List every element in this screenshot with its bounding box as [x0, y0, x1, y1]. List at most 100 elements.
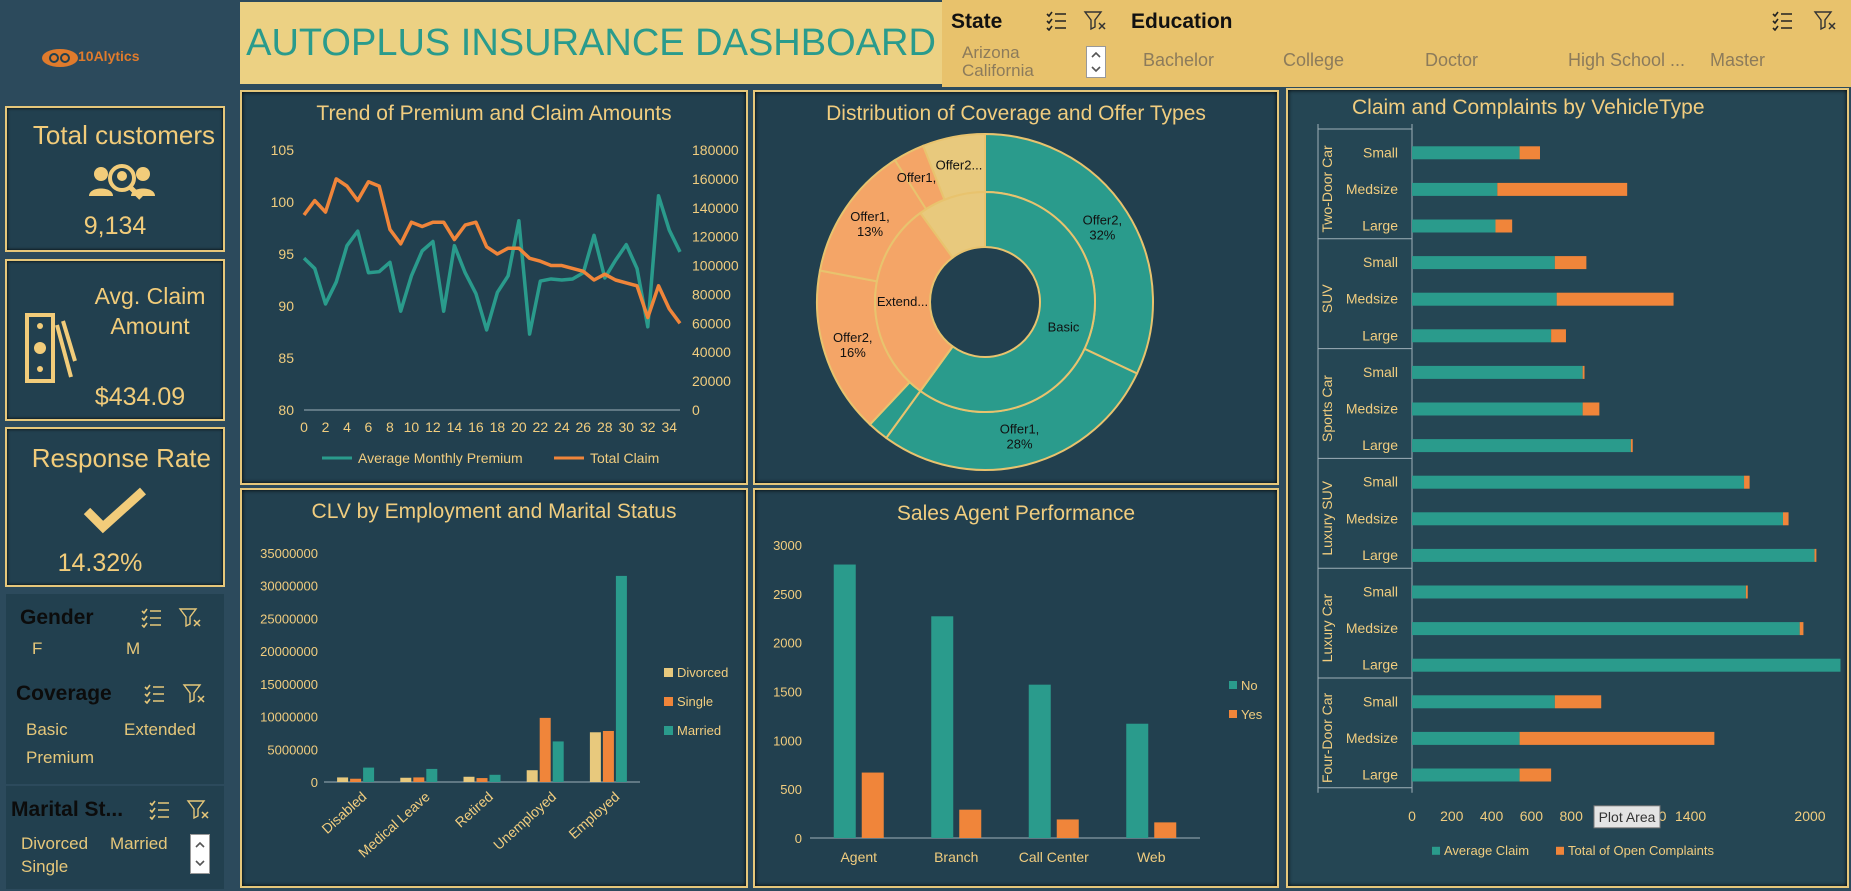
bar-open-complaints [1783, 512, 1789, 526]
education-item-master[interactable]: Master [1710, 50, 1765, 71]
state-scroll[interactable] [1086, 46, 1106, 78]
row-label: Small [1363, 474, 1398, 490]
outer-ring-label: Offer2... [936, 157, 983, 172]
coverage-item-premium[interactable]: Premium [26, 748, 94, 768]
kpi-label: Response Rate [31, 443, 211, 473]
clear-filter-icon[interactable] [182, 682, 206, 704]
kpi-total-customers: Total customers 9,134 [5, 106, 225, 252]
marital-item-divorced[interactable]: Divorced [21, 834, 88, 854]
group-label: Sports Car [1319, 375, 1335, 442]
education-item-college[interactable]: College [1283, 50, 1344, 71]
x-tick-label: 28 [597, 419, 613, 435]
multi-select-icon[interactable] [147, 798, 171, 820]
bar-average-claim [1412, 219, 1496, 233]
education-item-bachelor[interactable]: Bachelor [1143, 50, 1214, 71]
y-tick-label: 0 [795, 831, 802, 846]
x-tick-label: 600 [1520, 808, 1544, 824]
x-tick-label: 6 [365, 419, 373, 435]
x-tick-label: 20 [511, 419, 527, 435]
x-tick-label: Web [1137, 849, 1166, 865]
row-label: Medsize [1346, 620, 1398, 636]
y-tick-label: 3000 [773, 538, 802, 553]
bar-average-claim [1412, 402, 1583, 416]
bar-open-complaints [1519, 768, 1552, 782]
x-tick-label: 400 [1480, 808, 1504, 824]
clear-filter-icon[interactable] [186, 798, 210, 820]
bar-open-complaints [1744, 475, 1750, 489]
tooltip-text: Plot Area [1599, 809, 1656, 825]
bar-yes [1154, 822, 1177, 838]
kpi-label: Total customers [32, 120, 215, 150]
education-slicer-title: Education [1131, 10, 1233, 33]
bar-open-complaints [1582, 402, 1600, 416]
group-label: Four-Door Car [1319, 692, 1335, 783]
bar-average-claim [1412, 365, 1583, 379]
bar-divorced [589, 732, 601, 782]
state-item-arizona[interactable]: Arizona [962, 43, 1020, 63]
row-label: Medsize [1346, 181, 1398, 197]
x-tick-label: 16 [468, 419, 484, 435]
y-tick-label: 5000000 [267, 742, 318, 757]
y-tick-label: 25000000 [260, 611, 318, 626]
clear-filter-icon[interactable] [1813, 9, 1837, 31]
legend-label: Total Claim [590, 450, 659, 466]
y-right-tick-label: 160000 [692, 171, 739, 187]
gender-item-m[interactable]: M [126, 639, 140, 659]
gender-slicer: Gender F M [6, 594, 224, 674]
bar-married [615, 575, 627, 782]
clear-filter-icon[interactable] [178, 606, 202, 628]
x-tick-label: 24 [554, 419, 570, 435]
bar-divorced [463, 776, 475, 782]
education-item-doctor[interactable]: Doctor [1425, 50, 1478, 71]
state-slicer-title: State [951, 10, 1003, 33]
bar-married [426, 768, 438, 782]
kpi-value: $434.09 [94, 383, 186, 411]
y-tick-label: 0 [311, 775, 318, 790]
multi-select-icon[interactable] [1044, 9, 1068, 31]
x-tick-label: 2000 [1794, 808, 1825, 824]
y-tick-label: 20000000 [260, 644, 318, 659]
state-item-california[interactable]: California [962, 61, 1034, 81]
x-tick-label: Branch [934, 849, 978, 865]
page-title: AUTOPLUS INSURANCE DASHBOARD [246, 22, 936, 64]
x-tick-label: Agent [840, 849, 877, 865]
bar-no [1126, 723, 1149, 838]
logo: 10Alytics [30, 40, 200, 80]
bar-average-claim [1412, 512, 1783, 526]
y-tick-label: 10000000 [260, 710, 318, 725]
scroll-arrows-icon [1091, 51, 1101, 73]
marital-scroll[interactable] [190, 834, 210, 874]
row-label: Large [1362, 767, 1398, 783]
clear-filter-icon[interactable] [1083, 9, 1107, 31]
coverage-item-basic[interactable]: Basic [26, 720, 68, 740]
cash-icon [25, 313, 77, 383]
legend-swatch [1556, 846, 1564, 855]
trend-line-chart: 8085909510010502000040000600008000010000… [271, 142, 739, 466]
multi-select-icon[interactable] [1770, 9, 1794, 31]
education-item-high-school[interactable]: High School ... [1568, 50, 1685, 71]
bar-open-complaints [1556, 292, 1674, 306]
x-tick-label: 18 [490, 419, 506, 435]
check-icon [83, 487, 147, 534]
customers-icon [89, 164, 155, 200]
gender-item-f[interactable]: F [32, 639, 42, 659]
row-label: Small [1363, 144, 1398, 160]
legend-swatch [664, 697, 673, 706]
marital-item-married[interactable]: Married [110, 834, 168, 854]
legend-swatch [1229, 710, 1237, 718]
x-tick-label: 34 [661, 419, 677, 435]
bar-open-complaints [1551, 329, 1566, 343]
multi-select-icon[interactable] [139, 606, 163, 628]
bar-open-complaints [1745, 585, 1748, 599]
multi-select-icon[interactable] [142, 682, 166, 704]
inner-ring-label: Extend... [877, 294, 928, 309]
coverage-item-extended[interactable]: Extended [124, 720, 196, 740]
row-label: Medsize [1346, 291, 1398, 307]
marital-item-single[interactable]: Single [21, 857, 68, 877]
x-tick-label: 14 [447, 419, 463, 435]
row-label: Medsize [1346, 730, 1398, 746]
kpi-label: Amount [110, 313, 190, 339]
bar-single [539, 717, 551, 782]
y-left-tick-label: 105 [271, 142, 295, 158]
legend-label: No [1241, 678, 1258, 693]
